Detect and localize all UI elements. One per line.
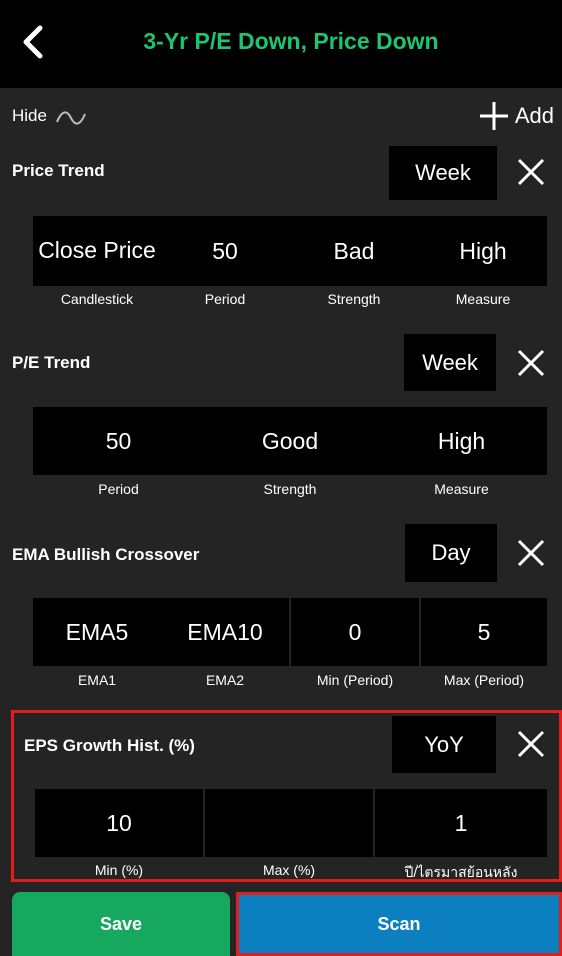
scan-button[interactable]: Scan	[236, 892, 562, 956]
measure-field[interactable]: High	[419, 216, 547, 286]
page-title: 3-Yr P/E Down, Price Down	[143, 28, 439, 54]
candlestick-field[interactable]: Close Price	[33, 216, 161, 286]
min-period-caption: Min (Period)	[316, 672, 394, 688]
max-percent-field[interactable]	[205, 789, 373, 857]
hide-button[interactable]: Hide	[12, 106, 47, 126]
candlestick-caption: Candlestick	[60, 291, 134, 307]
add-button[interactable]: Add	[477, 96, 554, 136]
close-icon[interactable]	[516, 157, 546, 187]
measure-field[interactable]: High	[376, 407, 547, 475]
close-icon[interactable]	[516, 538, 546, 568]
price-trend-fields: Close Price 50 Bad High	[33, 216, 547, 286]
section-title-eps-growth: EPS Growth Hist. (%)	[24, 736, 195, 755]
save-button[interactable]: Save	[12, 892, 230, 956]
min-percent-caption: Min (%)	[94, 862, 144, 878]
close-icon[interactable]	[516, 348, 546, 378]
ema1-field[interactable]: EMA5	[33, 598, 161, 666]
add-label: Add	[514, 103, 554, 128]
wave-icon[interactable]	[56, 110, 86, 126]
strength-caption: Strength	[263, 481, 317, 497]
pe-trend-fields: 50 Good High	[33, 407, 547, 475]
strength-caption: Strength	[327, 291, 381, 307]
section-title-ema-crossover: EMA Bullish Crossover	[12, 545, 200, 564]
unit-selector-pe-trend[interactable]: Week	[404, 334, 496, 391]
lookback-field[interactable]: 1	[375, 789, 547, 857]
max-percent-caption: Max (%)	[262, 862, 316, 878]
close-icon[interactable]	[516, 729, 546, 759]
max-period-field[interactable]: 5	[421, 598, 547, 666]
period-field[interactable]: 50	[161, 216, 289, 286]
ema1-caption: EMA1	[77, 672, 117, 688]
ema2-field[interactable]: EMA10	[161, 598, 289, 666]
period-caption: Period	[204, 291, 246, 307]
section-title-price-trend: Price Trend	[12, 161, 105, 180]
eps-growth-fields: 10 1	[35, 789, 547, 857]
plus-icon	[479, 102, 508, 130]
top-bar: 3-Yr P/E Down, Price Down	[0, 0, 562, 88]
ema-crossover-fields: EMA5 EMA10 0 5	[33, 598, 547, 666]
strength-field[interactable]: Bad	[289, 216, 419, 286]
unit-selector-price-trend[interactable]: Week	[389, 146, 497, 200]
ema2-caption: EMA2	[205, 672, 245, 688]
period-caption: Period	[98, 481, 139, 497]
min-period-field[interactable]: 0	[291, 598, 419, 666]
lookback-caption: ปี/ไตรมาสย้อนหลัง	[404, 864, 518, 880]
measure-caption: Measure	[455, 291, 511, 307]
period-field[interactable]: 50	[33, 407, 204, 475]
section-title-pe-trend: P/E Trend	[12, 353, 91, 372]
strength-field[interactable]: Good	[204, 407, 376, 475]
unit-selector-ema-crossover[interactable]: Day	[405, 524, 497, 582]
min-percent-field[interactable]: 10	[35, 789, 203, 857]
measure-caption: Measure	[434, 481, 489, 497]
candlestick-value: Close Price	[38, 237, 156, 263]
unit-selector-eps-growth[interactable]: YoY	[392, 716, 496, 773]
max-period-caption: Max (Period)	[443, 672, 525, 688]
